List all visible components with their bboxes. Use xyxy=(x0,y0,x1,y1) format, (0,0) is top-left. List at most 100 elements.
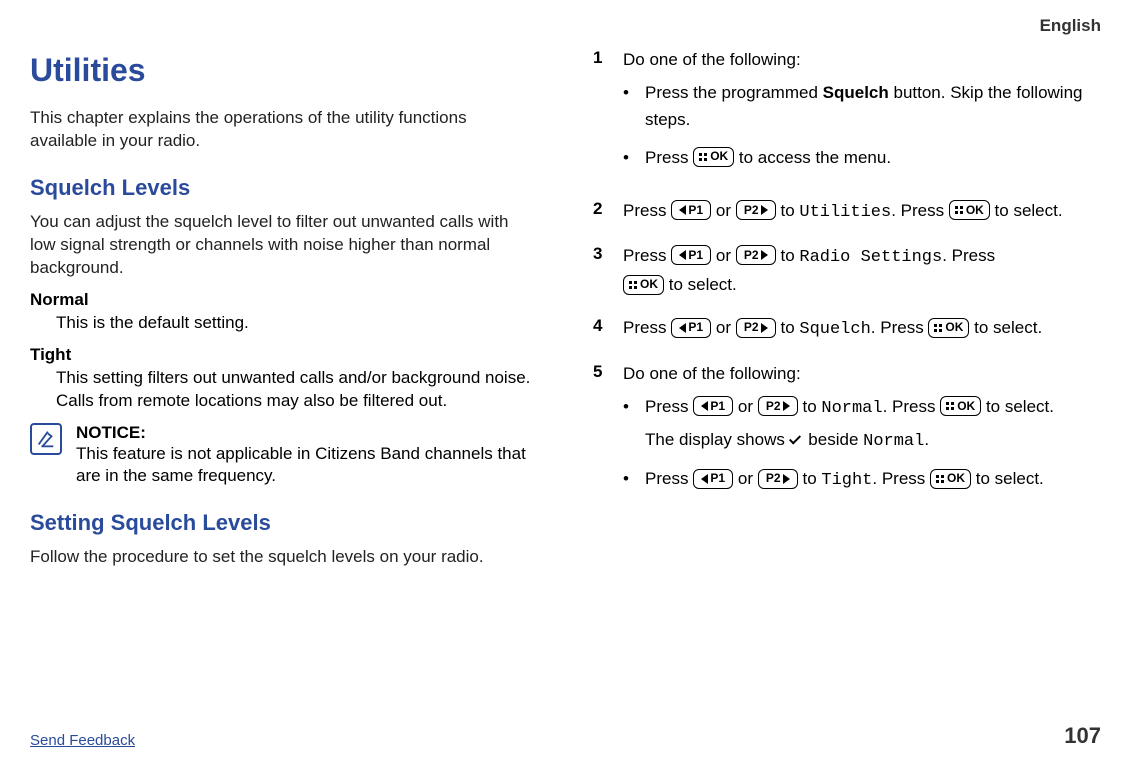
step-4: Press P1 or P2 to Squelch. Press OK to s… xyxy=(593,314,1101,343)
notice-body: This feature is not applicable in Citize… xyxy=(76,443,538,489)
procedure-steps: Do one of the following: Press the progr… xyxy=(593,46,1101,504)
checkmark-icon xyxy=(790,435,804,445)
key-label: OK xyxy=(710,147,728,166)
key-label: P2 xyxy=(744,201,759,220)
right-column: Do one of the following: Press the progr… xyxy=(593,46,1101,579)
key-label: P2 xyxy=(766,469,781,488)
text: to xyxy=(776,318,800,337)
text: . Press xyxy=(883,397,941,416)
text: to select. xyxy=(981,397,1054,416)
chapter-title: Utilities xyxy=(30,52,538,89)
text: to xyxy=(776,246,800,265)
text: to select. xyxy=(971,469,1044,488)
step-5-lead: Do one of the following: xyxy=(623,364,801,383)
text: Press the programmed xyxy=(645,83,823,102)
ok-key-icon: OK xyxy=(940,396,981,416)
text: or xyxy=(733,469,758,488)
step-3: Press P1 or P2 to Radio Settings. Press … xyxy=(593,242,1101,298)
key-label: P1 xyxy=(688,201,703,220)
text: . xyxy=(924,430,929,449)
menu-normal: Normal xyxy=(821,399,882,418)
key-label: OK xyxy=(947,469,965,488)
key-label: P1 xyxy=(710,397,725,416)
ok-key-icon: OK xyxy=(949,200,990,220)
menu-radio-settings: Radio Settings xyxy=(799,248,942,267)
p1-key-icon: P1 xyxy=(671,200,711,220)
p2-key-icon: P2 xyxy=(736,318,776,338)
two-column-layout: Utilities This chapter explains the oper… xyxy=(30,46,1101,579)
text: Press xyxy=(623,246,671,265)
p2-key-icon: P2 xyxy=(736,245,776,265)
notice-label: NOTICE: xyxy=(76,423,538,443)
key-label: P2 xyxy=(744,246,759,265)
ok-key-icon: OK xyxy=(930,469,971,489)
key-label: OK xyxy=(945,318,963,337)
notice-box: NOTICE: This feature is not applicable i… xyxy=(30,423,538,489)
ok-key-icon: OK xyxy=(623,275,664,295)
left-column: Utilities This chapter explains the oper… xyxy=(30,46,538,579)
setting-description: Follow the procedure to set the squelch … xyxy=(30,546,538,569)
page-footer: Send Feedback 107 xyxy=(30,723,1101,749)
text: Press xyxy=(645,148,693,167)
p1-key-icon: P1 xyxy=(693,469,733,489)
ok-key-icon: OK xyxy=(928,318,969,338)
text: to access the menu. xyxy=(734,148,891,167)
p1-key-icon: P1 xyxy=(671,245,711,265)
text: Press xyxy=(623,318,671,337)
text: Press xyxy=(645,397,693,416)
ok-key-icon: OK xyxy=(693,147,734,167)
text: or xyxy=(711,318,736,337)
send-feedback-link[interactable]: Send Feedback xyxy=(30,732,135,749)
menu-normal: Normal xyxy=(863,432,924,451)
text: Press xyxy=(645,469,693,488)
bold-squelch: Squelch xyxy=(823,83,889,102)
p1-key-icon: P1 xyxy=(693,396,733,416)
text: beside xyxy=(804,430,864,449)
key-label: P2 xyxy=(766,397,781,416)
text: . Press xyxy=(872,469,930,488)
text: . Press xyxy=(891,201,949,220)
section-squelch-levels: Squelch Levels xyxy=(30,175,538,201)
key-label: P2 xyxy=(744,318,759,337)
menu-squelch: Squelch xyxy=(799,320,870,339)
menu-utilities: Utilities xyxy=(799,203,891,222)
step-5-bullet-1: Press P1 or P2 to Normal. Press OK to se… xyxy=(623,393,1101,455)
key-label: P1 xyxy=(688,246,703,265)
p2-key-icon: P2 xyxy=(758,396,798,416)
notice-icon xyxy=(30,423,62,455)
step-5-bullet-1-sub: The display shows beside Normal. xyxy=(645,426,1101,455)
text: to xyxy=(798,397,822,416)
p1-key-icon: P1 xyxy=(671,318,711,338)
text: Press xyxy=(623,201,671,220)
text: The display shows xyxy=(645,430,790,449)
p2-key-icon: P2 xyxy=(758,469,798,489)
key-label: OK xyxy=(957,397,975,416)
step-5-bullet-2: Press P1 or P2 to Tight. Press OK to sel… xyxy=(623,465,1101,494)
document-page: English Utilities This chapter explains … xyxy=(0,0,1131,761)
text: to xyxy=(798,469,822,488)
step-5: Do one of the following: Press P1 or P2 … xyxy=(593,360,1101,505)
step-1-lead: Do one of the following: xyxy=(623,50,801,69)
text: or xyxy=(711,201,736,220)
def-normal: This is the default setting. xyxy=(56,312,538,335)
step-1-bullet-2: Press OK to access the menu. xyxy=(623,144,1101,171)
text: . Press xyxy=(871,318,929,337)
squelch-description: You can adjust the squelch level to filt… xyxy=(30,211,538,280)
section-setting-squelch: Setting Squelch Levels xyxy=(30,510,538,536)
text: to xyxy=(776,201,800,220)
menu-tight: Tight xyxy=(821,471,872,490)
language-header: English xyxy=(30,16,1101,36)
term-normal: Normal xyxy=(30,290,538,310)
page-number: 107 xyxy=(1064,723,1101,749)
text: to select. xyxy=(969,318,1042,337)
text: . Press xyxy=(942,246,995,265)
key-label: OK xyxy=(640,275,658,294)
text: or xyxy=(733,397,758,416)
key-label: P1 xyxy=(688,318,703,337)
step-1-bullet-1: Press the programmed Squelch button. Ski… xyxy=(623,79,1101,133)
text: or xyxy=(711,246,736,265)
key-label: OK xyxy=(966,201,984,220)
step-1: Do one of the following: Press the progr… xyxy=(593,46,1101,181)
step-2: Press P1 or P2 to Utilities. Press OK to… xyxy=(593,197,1101,226)
notice-text: NOTICE: This feature is not applicable i… xyxy=(76,423,538,489)
